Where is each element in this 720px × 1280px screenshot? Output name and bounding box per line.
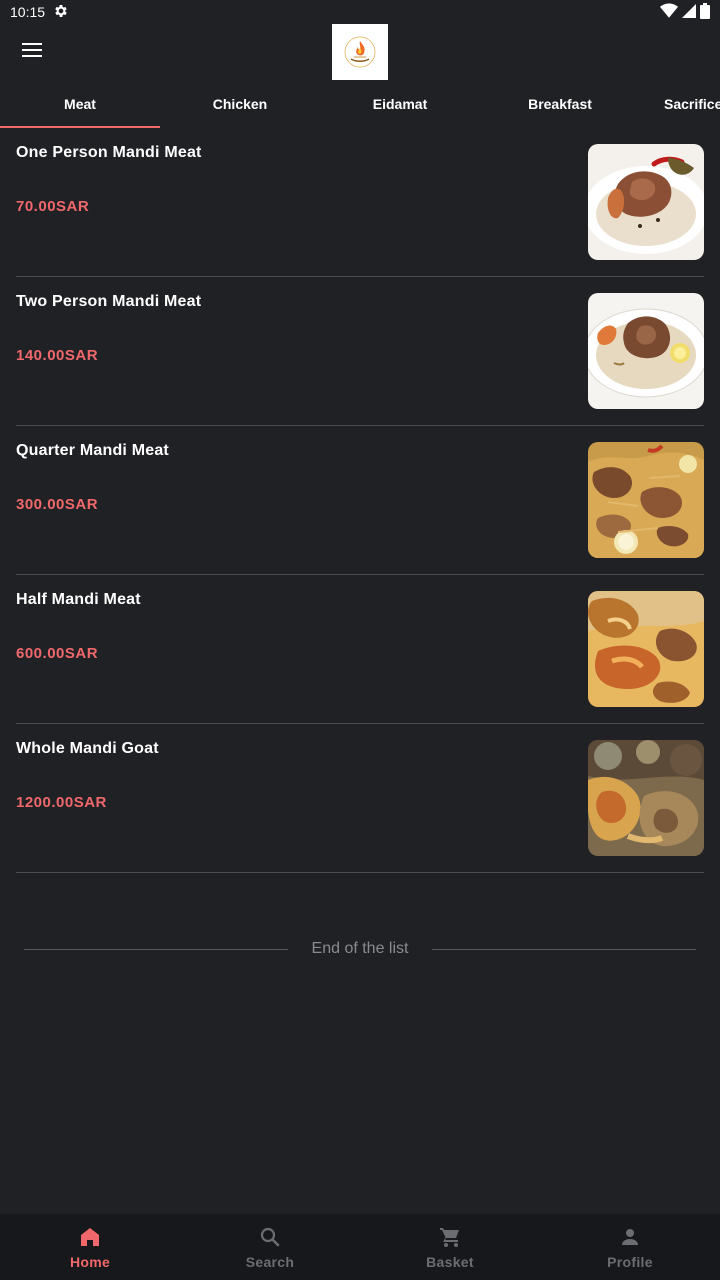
nav-search[interactable]: Search — [180, 1214, 360, 1280]
wifi-icon — [660, 3, 678, 22]
divider — [24, 948, 288, 950]
settings-icon — [53, 3, 69, 22]
item-photo — [588, 591, 704, 707]
status-bar: 10:15 — [0, 0, 720, 24]
item-name: Whole Mandi Goat — [16, 740, 159, 757]
search-icon — [258, 1225, 282, 1252]
nav-home[interactable]: Home — [0, 1214, 180, 1280]
list-item[interactable]: Quarter Mandi Meat 300.00SAR — [16, 426, 704, 575]
list-item[interactable]: Two Person Mandi Meat 140.00SAR — [16, 277, 704, 426]
nav-home-label: Home — [69, 1253, 111, 1270]
cart-icon — [438, 1225, 462, 1252]
battery-icon — [700, 2, 710, 22]
category-tabs: Meat Chicken Eidamat Breakfast Sacrifice — [0, 80, 720, 128]
tab-chicken[interactable]: Chicken — [160, 80, 320, 128]
item-name: One Person Mandi Meat — [16, 144, 202, 161]
item-price: 600.00SAR — [16, 645, 99, 662]
item-price: 70.00SAR — [16, 198, 90, 215]
end-of-list-text: End of the list — [311, 940, 409, 957]
tab-meat[interactable]: Meat — [0, 80, 160, 128]
nav-basket-label: Basket — [426, 1253, 474, 1270]
list-item[interactable]: Half Mandi Meat 600.00SAR — [16, 575, 704, 724]
tab-eidamat[interactable]: Eidamat — [320, 80, 480, 128]
item-price: 140.00SAR — [16, 347, 99, 364]
home-icon — [78, 1225, 102, 1252]
person-icon — [618, 1225, 642, 1252]
list-item[interactable]: One Person Mandi Meat 70.00SAR — [16, 128, 704, 277]
signal-icon — [682, 3, 696, 21]
list-item[interactable]: Whole Mandi Goat 1200.00SAR — [16, 724, 704, 873]
app-bar — [0, 24, 720, 80]
menu-button[interactable] — [12, 32, 52, 72]
item-price: 300.00SAR — [16, 496, 99, 513]
divider — [432, 948, 697, 950]
item-photo — [588, 293, 704, 409]
product-list: One Person Mandi Meat 70.00SAR Two Perso… — [16, 128, 704, 873]
item-name: Two Person Mandi Meat — [16, 293, 202, 310]
item-name: Quarter Mandi Meat — [16, 442, 169, 459]
item-photo — [588, 442, 704, 558]
nav-profile[interactable]: Profile — [540, 1214, 720, 1280]
status-time: 10:15 — [10, 4, 46, 20]
item-photo — [588, 740, 704, 856]
item-photo — [588, 144, 704, 260]
item-price: 1200.00SAR — [16, 794, 107, 811]
hamburger-menu-icon — [22, 42, 42, 63]
restaurant-logo — [332, 24, 388, 80]
nav-profile-label: Profile — [607, 1253, 653, 1270]
end-of-list: End of the list — [24, 938, 697, 960]
tab-breakfast[interactable]: Breakfast — [480, 80, 640, 128]
nav-basket[interactable]: Basket — [360, 1214, 540, 1280]
tab-sacrifice[interactable]: Sacrifice — [640, 80, 720, 128]
item-name: Half Mandi Meat — [16, 591, 141, 608]
nav-search-label: Search — [245, 1253, 295, 1270]
bottom-navigation: Home Search Basket Profile — [0, 1214, 720, 1280]
